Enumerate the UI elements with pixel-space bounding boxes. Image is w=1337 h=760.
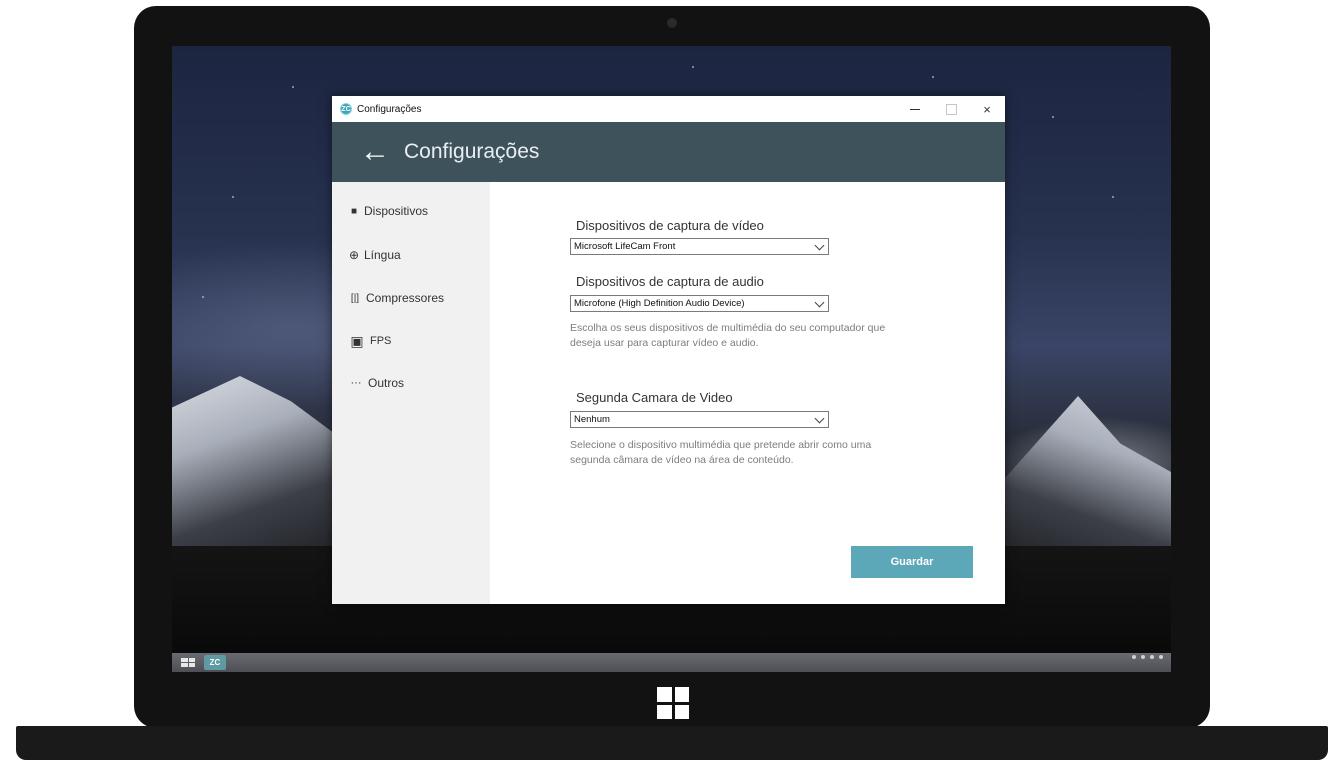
laptop-base [16, 726, 1328, 760]
minimize-button[interactable] [897, 96, 933, 122]
taskbar-app-icon[interactable]: ZC [204, 655, 226, 670]
audio-devices-label: Dispositivos de captura de audio [576, 274, 764, 289]
sidebar: ■ Dispositivos ⊕ Língua [|] Compressores… [332, 182, 490, 604]
capture-help-text: Escolha os seus dispositivos de multiméd… [570, 322, 886, 349]
image-icon: ▣ [350, 332, 364, 349]
globe-icon: ⊕ [348, 248, 360, 262]
chevron-down-icon [814, 413, 825, 424]
close-button[interactable]: × [969, 96, 1005, 122]
page-title: Configurações [404, 140, 540, 163]
sidebar-item-label: Língua [364, 248, 401, 262]
system-tray [1132, 655, 1163, 659]
sidebar-item-fps[interactable]: ▣ FPS [348, 332, 392, 349]
maximize-button[interactable] [933, 96, 969, 122]
video-devices-label: Dispositivos de captura de vídeo [576, 218, 764, 233]
webcam-icon [667, 18, 677, 28]
sidebar-item-label: FPS [370, 335, 392, 347]
chevron-down-icon [814, 297, 825, 308]
audio-device-select[interactable]: Microfone (High Definition Audio Device) [570, 295, 829, 312]
battery-icon[interactable] [1159, 655, 1163, 659]
second-camera-select[interactable]: Nenhum [570, 411, 829, 428]
save-button[interactable]: Guardar [851, 546, 973, 578]
chevron-down-icon [814, 240, 825, 251]
sidebar-item-compressores[interactable]: [|] Compressores [348, 291, 444, 305]
second-camera-label: Segunda Camara de Video [576, 390, 733, 405]
back-arrow-icon[interactable]: ← [360, 137, 390, 167]
more-icon: ··· [350, 377, 362, 389]
taskbar: ZC [172, 653, 1171, 672]
settings-window: ZC Configurações × ← Configurações ■ Dis… [332, 96, 1005, 604]
sidebar-item-label: Compressores [366, 291, 445, 305]
page-header: ← Configurações [332, 122, 1005, 182]
window-controls: × [897, 96, 1005, 122]
window-title: Configurações [357, 103, 422, 115]
sidebar-item-label: Dispositivos [364, 204, 429, 218]
compress-icon: [|] [350, 292, 360, 304]
second-camera-value: Nenhum [574, 414, 610, 425]
video-device-select[interactable]: Microsoft LifeCam Front [570, 238, 829, 255]
second-camera-help-text: Selecione o dispositivo multimédia que p… [570, 439, 872, 466]
sidebar-item-label: Outros [368, 376, 405, 390]
tray-icon[interactable] [1132, 655, 1136, 659]
start-button[interactable] [178, 656, 198, 669]
sidebar-item-lingua[interactable]: ⊕ Língua [348, 248, 401, 262]
sidebar-item-outros[interactable]: ··· Outros [348, 376, 405, 390]
title-bar: ZC Configurações × [332, 96, 1005, 122]
sidebar-item-dispositivos[interactable]: ■ Dispositivos [348, 204, 428, 218]
audio-device-value: Microfone (High Definition Audio Device) [574, 298, 745, 309]
app-logo-icon: ZC [340, 103, 352, 115]
windows-logo-icon [657, 687, 689, 719]
settings-content: Dispositivos de captura de vídeo Microso… [490, 182, 1005, 604]
video-device-value: Microsoft LifeCam Front [574, 241, 676, 252]
camera-icon: ■ [350, 205, 358, 217]
volume-icon[interactable] [1150, 655, 1154, 659]
network-icon[interactable] [1141, 655, 1145, 659]
